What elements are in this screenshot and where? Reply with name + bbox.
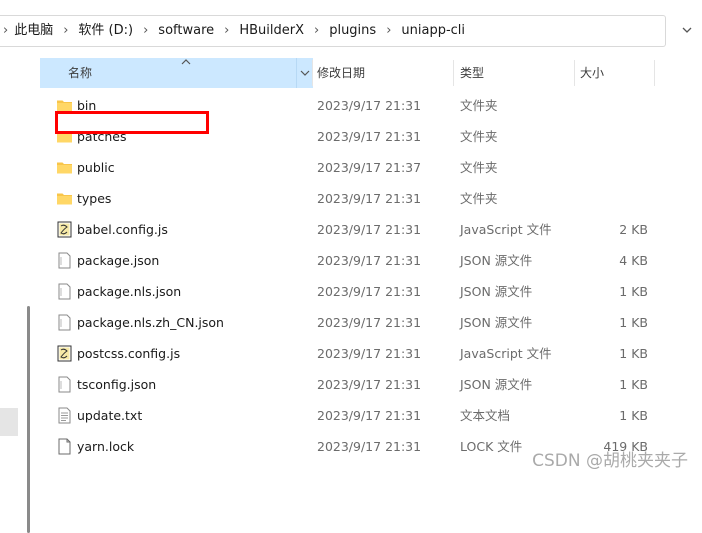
file-type: 文件夹 (460, 98, 498, 113)
file-row[interactable]: babel.config.js 2023/9/17 21:31 JavaScri… (38, 214, 702, 245)
file-type: JSON 源文件 (460, 315, 533, 330)
column-header-type[interactable]: 类型 (460, 58, 484, 88)
column-header-name[interactable]: 名称 (40, 58, 310, 88)
chevron-right-icon[interactable]: › (314, 16, 319, 46)
script-file-icon (57, 221, 72, 238)
file-date: 2023/9/17 21:31 (317, 191, 422, 206)
file-icon (58, 376, 71, 393)
breadcrumb-item[interactable]: plugins (329, 16, 376, 46)
file-type: LOCK 文件 (460, 439, 523, 454)
column-filter-button[interactable] (296, 58, 313, 88)
file-size (578, 121, 648, 152)
file-type: 文件夹 (460, 191, 498, 206)
breadcrumb-item[interactable]: software (158, 16, 214, 46)
chevron-right-icon[interactable]: › (63, 16, 68, 46)
file-size: 4 KB (619, 253, 648, 268)
file-row[interactable]: package.nls.json 2023/9/17 21:31 JSON 源文… (38, 276, 702, 307)
file-date: 2023/9/17 21:31 (317, 439, 422, 454)
file-size: 1 KB (619, 377, 648, 392)
file-type: JavaScript 文件 (460, 222, 552, 237)
file-date: 2023/9/17 21:37 (317, 160, 422, 175)
chevron-right-icon[interactable]: › (224, 16, 229, 46)
file-name: yarn.lock (77, 439, 135, 454)
chevron-right-icon[interactable]: › (143, 16, 148, 46)
file-row[interactable]: update.txt 2023/9/17 21:31 文本文档 1 KB (38, 400, 702, 431)
file-type: JSON 源文件 (460, 284, 533, 299)
file-row[interactable]: package.json 2023/9/17 21:31 JSON 源文件 4 … (38, 245, 702, 276)
column-header-size[interactable]: 大小 (580, 58, 604, 88)
breadcrumb-item[interactable]: 此电脑 (14, 16, 53, 46)
file-name: types (77, 191, 112, 206)
chevron-down-icon (300, 70, 310, 76)
text-file-icon (58, 407, 71, 424)
breadcrumb-item[interactable]: HBuilderX (239, 16, 304, 46)
file-size (578, 152, 648, 183)
sort-ascending-icon (181, 59, 191, 65)
file-row[interactable]: types 2023/9/17 21:31 文件夹 (38, 183, 702, 214)
file-date: 2023/9/17 21:31 (317, 129, 422, 144)
file-name: package.json (77, 253, 160, 268)
file-name: package.nls.zh_CN.json (77, 315, 224, 330)
scrollbar[interactable] (27, 306, 30, 533)
address-box[interactable]: › 此电脑 › 软件 (D:) › software › HBuilderX ›… (0, 15, 666, 47)
file-date: 2023/9/17 21:31 (317, 315, 422, 330)
file-type: 文本文档 (460, 408, 511, 423)
address-bar[interactable]: › 此电脑 › 软件 (D:) › software › HBuilderX ›… (0, 8, 702, 52)
file-icon (58, 252, 71, 269)
folder-icon (57, 193, 72, 205)
file-date: 2023/9/17 21:31 (317, 98, 422, 113)
watermark: CSDN @胡桃夹夹子 (532, 451, 688, 471)
file-date: 2023/9/17 21:31 (317, 408, 422, 423)
file-date: 2023/9/17 21:31 (317, 253, 422, 268)
file-name: tsconfig.json (77, 377, 157, 392)
file-row[interactable]: postcss.config.js 2023/9/17 21:31 JavaSc… (38, 338, 702, 369)
column-divider[interactable] (312, 60, 313, 86)
file-type: JSON 源文件 (460, 253, 533, 268)
file-name: babel.config.js (77, 222, 168, 237)
file-type: 文件夹 (460, 129, 498, 144)
file-type: 文件夹 (460, 160, 498, 175)
file-type: JavaScript 文件 (460, 346, 552, 361)
file-name: postcss.config.js (77, 346, 181, 361)
nav-selected-item[interactable] (0, 408, 18, 436)
file-date: 2023/9/17 21:31 (317, 377, 422, 392)
file-size: 1 KB (619, 315, 648, 330)
file-name: public (77, 160, 115, 175)
file-size: 1 KB (619, 346, 648, 361)
file-type: JSON 源文件 (460, 377, 533, 392)
file-date: 2023/9/17 21:31 (317, 222, 422, 237)
file-icon (58, 283, 71, 300)
file-row[interactable]: tsconfig.json 2023/9/17 21:31 JSON 源文件 1… (38, 369, 702, 400)
chevron-down-icon[interactable] (680, 23, 694, 37)
script-file-icon (57, 345, 72, 362)
file-size: 1 KB (619, 408, 648, 423)
breadcrumb: › 此电脑 › 软件 (D:) › software › HBuilderX ›… (0, 16, 465, 46)
chevron-right-icon[interactable]: › (3, 16, 8, 46)
folder-icon (57, 162, 72, 174)
file-size (578, 183, 648, 214)
file-size (578, 90, 648, 121)
file-size: 1 KB (619, 284, 648, 299)
file-size: 2 KB (619, 222, 648, 237)
breadcrumb-item[interactable]: uniapp-cli (401, 16, 465, 46)
file-icon (58, 314, 71, 331)
breadcrumb-item[interactable]: 软件 (D:) (78, 16, 133, 46)
column-divider[interactable] (574, 60, 575, 86)
blank-file-icon (58, 438, 71, 455)
chevron-right-icon[interactable]: › (386, 16, 391, 46)
file-name: update.txt (77, 408, 143, 423)
column-header-date[interactable]: 修改日期 (317, 58, 365, 88)
file-name: package.nls.json (77, 284, 182, 299)
file-row[interactable]: package.nls.zh_CN.json 2023/9/17 21:31 J… (38, 307, 702, 338)
annotation-highlight-box (55, 111, 209, 134)
column-header-name-label: 名称 (68, 66, 93, 80)
file-row[interactable]: public 2023/9/17 21:37 文件夹 (38, 152, 702, 183)
column-header: 名称 修改日期 类型 大小 (38, 58, 702, 88)
file-date: 2023/9/17 21:31 (317, 284, 422, 299)
column-divider[interactable] (654, 60, 655, 86)
column-divider[interactable] (453, 60, 454, 86)
file-date: 2023/9/17 21:31 (317, 346, 422, 361)
